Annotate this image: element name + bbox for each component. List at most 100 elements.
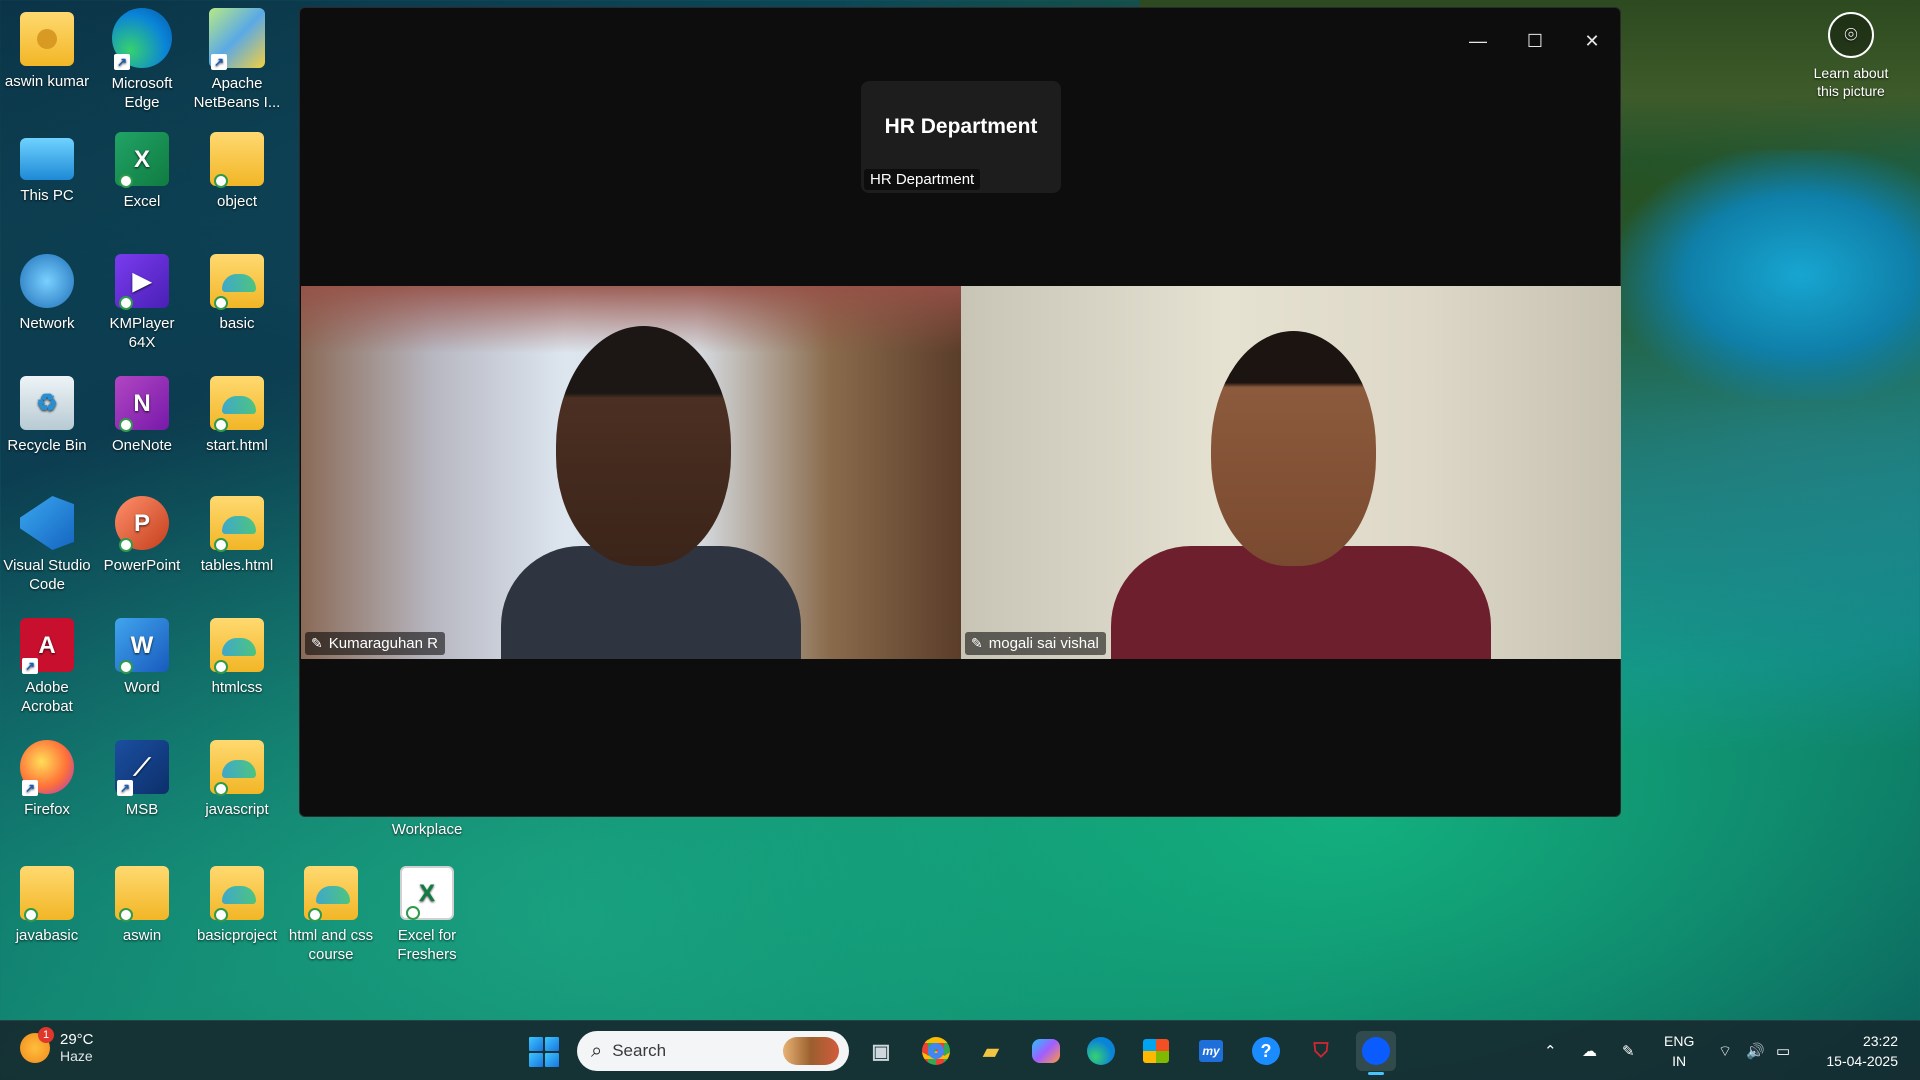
desktop-icon-label: Excel for Freshers — [397, 927, 457, 963]
file-explorer-icon[interactable]: ▰ — [971, 1031, 1011, 1071]
copilot-icon[interactable] — [1026, 1031, 1066, 1071]
desktop-icon-label: Firefox — [24, 801, 70, 818]
zoom-meeting-window[interactable]: — ☐ ✕ HR Department HR Department ✎ Kuma… — [299, 7, 1621, 817]
desktop-icon-aswin[interactable]: aswin — [95, 866, 189, 945]
desktop-icon-network[interactable]: Network — [0, 254, 94, 333]
learn-about-picture[interactable]: ⌾ Learn about this picture — [1806, 12, 1896, 100]
onedrive-icon[interactable]: ☁ — [1582, 1021, 1597, 1080]
maximize-button[interactable]: ☐ — [1512, 26, 1558, 56]
pen-icon[interactable]: ✎ — [1622, 1021, 1635, 1080]
desktop-icon-excel-for-freshers[interactable]: X Excel for Freshers — [380, 866, 474, 964]
desktop-icon-javascript[interactable]: javascript — [190, 740, 284, 819]
desktop-icon-edge[interactable]: ↗ Microsoft Edge — [95, 8, 189, 112]
learn-about-label: Learn about this picture — [1813, 65, 1889, 99]
desktop-icon-label: Apache NetBeans I... — [193, 75, 281, 111]
desktop-icon-powerpoint[interactable]: P PowerPoint — [95, 496, 189, 575]
desktop-icon-label: Visual Studio Code — [3, 557, 91, 593]
minimize-button[interactable]: — — [1455, 26, 1501, 56]
desktop-icon-label: aswin — [122, 927, 162, 944]
desktop-icon-label: Adobe Acrobat — [21, 679, 73, 715]
desktop-icon-recycle-bin[interactable]: ♻ Recycle Bin — [0, 376, 94, 455]
start-button[interactable] — [529, 1037, 559, 1067]
desktop-icon-label: This PC — [20, 187, 74, 204]
excel-icon: X — [115, 132, 169, 188]
desktop-icon-label: Network — [19, 315, 75, 332]
desktop-icon-html-css-course[interactable]: html and css course — [284, 866, 378, 964]
participant-video-1[interactable]: ✎ Kumaraguhan R — [301, 286, 961, 659]
desktop-icon-this-pc[interactable]: This PC — [0, 132, 94, 205]
edge-taskbar-icon[interactable] — [1081, 1031, 1121, 1071]
desktop-icon-label: basicproject — [196, 927, 278, 944]
desktop-icon-label: aswin kumar — [4, 73, 90, 90]
participant-name: mogali sai vishal — [988, 635, 1099, 652]
taskbar-search[interactable]: ⌕ Search — [577, 1031, 849, 1071]
desktop-icon-start-html[interactable]: start.html — [190, 376, 284, 455]
recycle-bin-icon: ♻ — [20, 376, 74, 430]
show-hidden-icons[interactable]: ⌃ — [1544, 1021, 1557, 1080]
desktop-icon-aswin-kumar[interactable]: aswin kumar — [0, 12, 94, 91]
desktop-icon-label: PowerPoint — [103, 557, 181, 574]
search-icon: ⌕ — [591, 1039, 603, 1062]
myhp-icon[interactable]: my — [1191, 1031, 1231, 1071]
wallpaper-lake — [1620, 150, 1920, 400]
language-line-2: IN — [1672, 1053, 1687, 1069]
desktop-icon-object[interactable]: object — [190, 132, 284, 211]
vscode-icon — [20, 496, 74, 550]
participant-name-tag: ✎ mogali sai vishal — [965, 632, 1106, 655]
desktop-icon-tables-html[interactable]: tables.html — [190, 496, 284, 575]
chrome-icon[interactable] — [916, 1031, 956, 1071]
battery-icon[interactable]: ▭ — [1776, 1021, 1790, 1080]
folder-edge-icon — [210, 496, 264, 552]
weather-icon: 1 — [20, 1026, 54, 1063]
desktop-icon-label: MSB — [125, 801, 159, 818]
system-clock[interactable]: 23:22 15-04-2025 — [1818, 1031, 1898, 1071]
clock-date: 15-04-2025 — [1826, 1053, 1898, 1069]
desktop-icon-adobe-acrobat[interactable]: A ↗ Adobe Acrobat — [0, 618, 94, 716]
word-icon: W — [115, 618, 169, 674]
desktop-icon-label: javascript — [205, 801, 269, 818]
search-placeholder: Search — [612, 1041, 667, 1060]
desktop-icon-javabasic[interactable]: javabasic — [0, 866, 94, 945]
desktop-icon-onenote[interactable]: N OneNote — [95, 376, 189, 455]
weather-desc: Haze — [60, 1048, 93, 1064]
participant-name-tag: HR Department — [864, 169, 981, 190]
volume-icon[interactable]: 🔊 — [1746, 1021, 1765, 1080]
desktop-icon-basic[interactable]: basic — [190, 254, 284, 333]
language-indicator[interactable]: ENG IN — [1664, 1031, 1694, 1071]
participant-name: Kumaraguhan R — [328, 635, 438, 652]
desktop-icon-kmplayer[interactable]: ▶ KMPlayer 64X — [95, 254, 189, 352]
participant-tile-hr[interactable]: HR Department HR Department — [861, 81, 1061, 193]
desktop-icon-excel[interactable]: X Excel — [95, 132, 189, 211]
mcafee-icon[interactable]: ⛉ — [1301, 1031, 1341, 1071]
user-folder-icon — [20, 12, 74, 66]
zoom-taskbar-icon[interactable] — [1356, 1031, 1396, 1075]
desktop-icon-vscode[interactable]: Visual Studio Code — [0, 496, 94, 594]
close-button[interactable]: ✕ — [1569, 26, 1615, 56]
desktop-icon-netbeans[interactable]: ↗ Apache NetBeans I... — [190, 8, 284, 112]
desktop-icon-msb[interactable]: ⟋ ↗ MSB — [95, 740, 189, 819]
desktop-icon-basicproject[interactable]: basicproject — [190, 866, 284, 945]
task-view-icon[interactable]: ▣ — [861, 1031, 901, 1071]
desktop-icon-word[interactable]: W Word — [95, 618, 189, 697]
person-head — [556, 326, 731, 566]
wifi-icon[interactable]: ⌔ — [1718, 1021, 1732, 1080]
help-icon[interactable]: ? — [1246, 1031, 1286, 1071]
monitor-icon — [20, 138, 74, 180]
start-tile — [529, 1037, 543, 1051]
desktop-icon-label: Workplace — [391, 821, 463, 838]
participant-video-2[interactable]: ✎ mogali sai vishal — [961, 286, 1621, 659]
store-icon[interactable] — [1136, 1031, 1176, 1071]
edge-icon: ↗ — [112, 8, 172, 70]
desktop-icon-firefox[interactable]: ↗ Firefox — [0, 740, 94, 819]
desktop-icon-label: tables.html — [200, 557, 274, 574]
desktop-icon-htmlcss[interactable]: htmlcss — [190, 618, 284, 697]
weather-widget[interactable]: 1 29°C Haze — [20, 1026, 94, 1064]
msb-icon: ⟋ ↗ — [115, 740, 169, 796]
folder-edge-icon — [210, 866, 264, 922]
desktop-icon-workplace[interactable]: Workplace — [380, 820, 474, 839]
desktop-icon-label: OneNote — [111, 437, 173, 454]
search-highlight-image — [783, 1037, 839, 1065]
folder-edge-icon — [210, 618, 264, 674]
folder-icon — [210, 132, 264, 188]
camera-icon: ⌾ — [1828, 12, 1874, 58]
